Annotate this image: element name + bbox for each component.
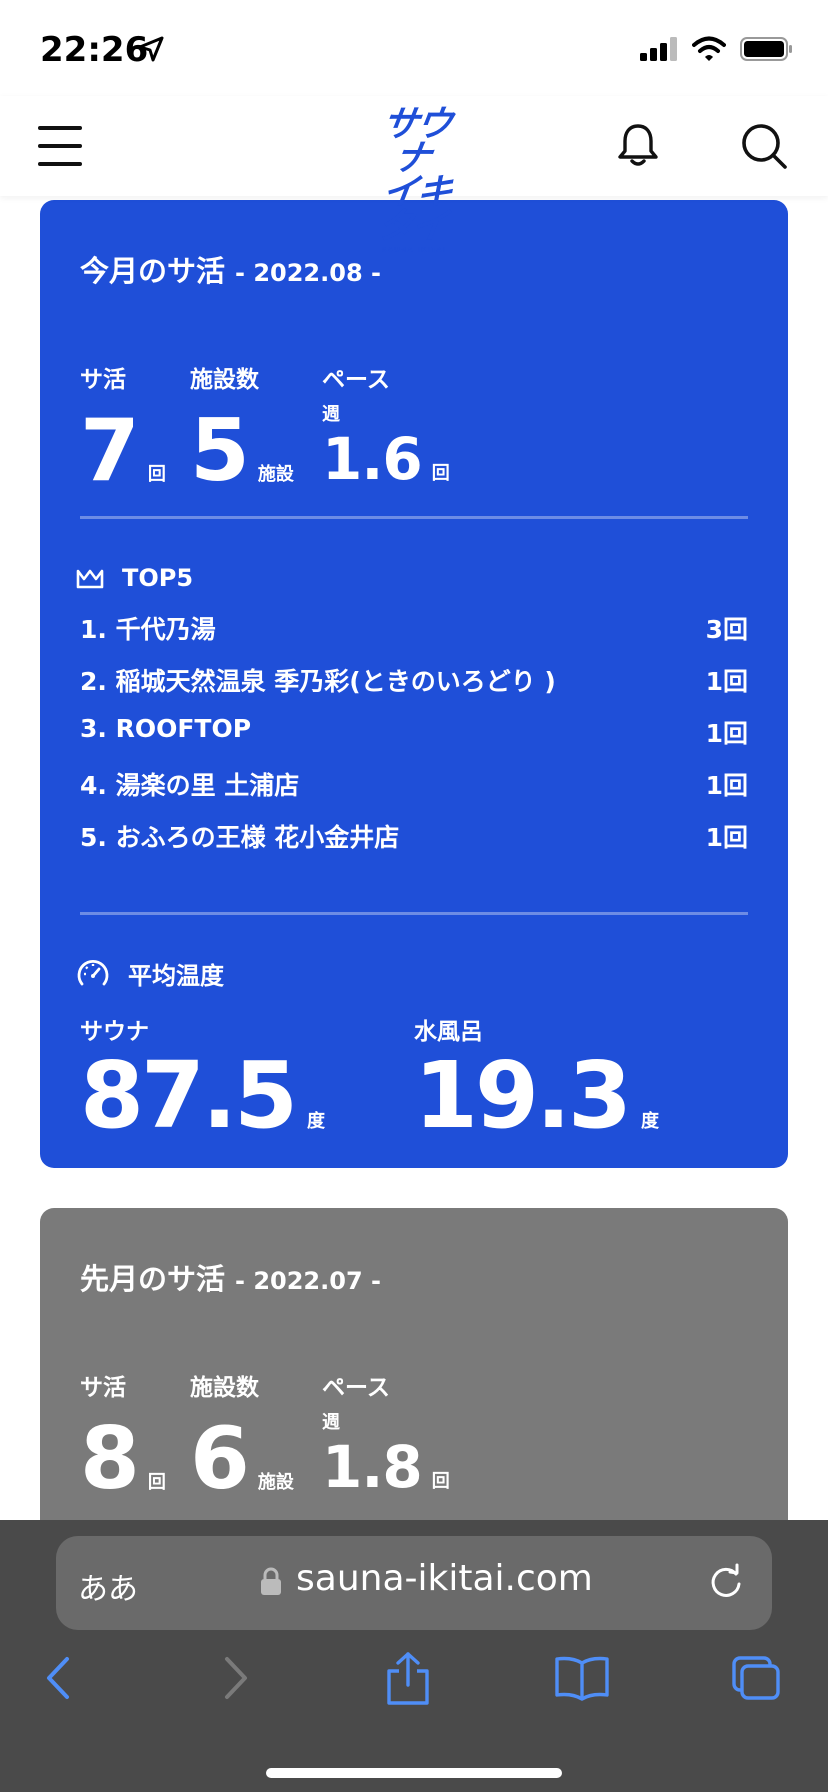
hamburger-menu-icon[interactable] bbox=[38, 126, 82, 166]
page-settings-button[interactable]: ああ bbox=[78, 1564, 138, 1608]
stat-value: 6 bbox=[190, 1409, 250, 1509]
stat-unit: 回 bbox=[147, 1472, 166, 1493]
stat-unit: 回 bbox=[431, 463, 450, 484]
temp-value: 87.5 bbox=[80, 1042, 298, 1149]
rank-name: 3. ROOFTOP bbox=[80, 714, 252, 743]
water-temp: 水風呂 19.3 度 bbox=[414, 1012, 659, 1142]
chevron-left-icon bbox=[47, 1657, 69, 1699]
stat-value: 1.6 bbox=[322, 425, 423, 493]
bottom-nav bbox=[0, 1648, 828, 1728]
temp-unit: 度 bbox=[307, 1111, 325, 1132]
chevron-right-icon bbox=[225, 1657, 247, 1699]
reload-icon[interactable] bbox=[706, 1562, 746, 1602]
top5-list: 1. 千代乃湯 3回 2. 稲城天然温泉 季乃彩(ときのいろどり ) 1回 3.… bbox=[80, 610, 748, 870]
lock-icon bbox=[261, 1567, 281, 1595]
temp-label: 水風呂 bbox=[414, 1019, 483, 1045]
rank-name: 4. 湯楽の里 土浦店 bbox=[80, 771, 300, 800]
url-text: sauna-ikitai.com bbox=[296, 1558, 593, 1599]
stat-label: サ活 bbox=[80, 367, 126, 393]
rank-count: 1回 bbox=[705, 719, 748, 748]
stat-value: 8 bbox=[80, 1409, 140, 1509]
status-time: 22:26 bbox=[40, 30, 149, 70]
stat-sub-label: 週 bbox=[322, 1412, 340, 1433]
tabs-button[interactable] bbox=[726, 1648, 786, 1708]
rank-count: 1回 bbox=[705, 823, 748, 852]
logo-subtext: SAUNA IKITAI bbox=[381, 246, 447, 254]
list-item[interactable]: 4. 湯楽の里 土浦店 1回 bbox=[80, 766, 748, 818]
top5-label: TOP5 bbox=[122, 564, 194, 592]
rank-name: 5. おふろの王様 花小金井店 bbox=[80, 823, 400, 852]
temp-label: サウナ bbox=[80, 1019, 149, 1045]
current-month-card: 今月のサ活 - 2022.08 - サ活 7 回 施設数 5 施設 ペース 週 1… bbox=[40, 200, 788, 1168]
forward-button[interactable] bbox=[206, 1648, 266, 1708]
sauna-temp: サウナ 87.5 度 bbox=[80, 1012, 325, 1142]
stat-label: ペース bbox=[322, 367, 390, 393]
temp-value: 19.3 bbox=[414, 1042, 632, 1149]
address-bar[interactable]: ああ sauna-ikitai.com bbox=[56, 1536, 772, 1630]
card-title-text: 今月のサ活 bbox=[80, 254, 226, 288]
list-item[interactable]: 5. おふろの王様 花小金井店 1回 bbox=[80, 818, 748, 870]
browser-toolbar: ああ sauna-ikitai.com bbox=[0, 1520, 828, 1792]
stat-facilities: 施設数 5 施設 bbox=[190, 360, 294, 494]
list-item[interactable]: 1. 千代乃湯 3回 bbox=[80, 610, 748, 662]
status-indicators bbox=[640, 36, 794, 62]
share-icon bbox=[387, 1652, 429, 1705]
divider bbox=[80, 516, 748, 519]
stat-label: 施設数 bbox=[190, 367, 259, 393]
book-icon bbox=[555, 1656, 609, 1701]
stat-label: 施設数 bbox=[190, 1375, 259, 1401]
back-button[interactable] bbox=[28, 1648, 88, 1708]
home-indicator[interactable] bbox=[266, 1768, 562, 1778]
list-item[interactable]: 3. ROOFTOP 1回 bbox=[80, 714, 748, 766]
rank-count: 1回 bbox=[705, 771, 748, 800]
stat-value: 5 bbox=[190, 401, 250, 501]
bell-icon[interactable] bbox=[616, 122, 660, 168]
divider bbox=[80, 912, 748, 915]
stat-sakatsu: サ活 7 回 bbox=[80, 360, 166, 494]
rank-count: 3回 bbox=[705, 615, 748, 644]
list-item[interactable]: 2. 稲城天然温泉 季乃彩(ときのいろどり ) 1回 bbox=[80, 662, 748, 714]
logo-line-2: イキタイ bbox=[374, 172, 454, 247]
rank-count: 1回 bbox=[705, 667, 748, 696]
card-period: - 2022.08 - bbox=[235, 259, 381, 287]
crown-icon bbox=[76, 569, 104, 589]
location-arrow-icon bbox=[138, 36, 164, 62]
bookmarks-button[interactable] bbox=[552, 1648, 612, 1708]
status-bar: 22:26 bbox=[0, 0, 828, 96]
share-button[interactable] bbox=[378, 1648, 438, 1708]
temp-unit: 度 bbox=[641, 1111, 659, 1132]
stat-sub-label: 週 bbox=[322, 404, 340, 425]
stat-pace: ペース 週 1.8 回 bbox=[322, 1368, 450, 1496]
card-title: 先月のサ活 - 2022.07 - bbox=[80, 1256, 381, 1298]
rank-name: 1. 千代乃湯 bbox=[80, 615, 216, 644]
stat-unit: 回 bbox=[147, 464, 166, 485]
stat-label: サ活 bbox=[80, 1375, 126, 1401]
card-title: 今月のサ活 - 2022.08 - bbox=[80, 248, 381, 290]
search-icon[interactable] bbox=[740, 122, 788, 170]
logo-line-1: サウナ bbox=[379, 104, 454, 179]
stat-label: ペース bbox=[322, 1375, 390, 1401]
card-period: - 2022.07 - bbox=[235, 1267, 381, 1295]
stat-unit: 回 bbox=[431, 1471, 450, 1492]
card-title-text: 先月のサ活 bbox=[80, 1262, 226, 1296]
stat-value: 7 bbox=[80, 401, 140, 501]
stat-facilities: 施設数 6 施設 bbox=[190, 1368, 294, 1502]
stat-unit: 施設 bbox=[257, 464, 294, 485]
rank-name: 2. 稲城天然温泉 季乃彩(ときのいろどり ) bbox=[80, 667, 556, 696]
stat-value: 1.8 bbox=[322, 1433, 423, 1501]
stat-pace: ペース 週 1.6 回 bbox=[322, 360, 450, 488]
avg-temp-heading: 平均温度 bbox=[76, 956, 224, 991]
gauge-icon bbox=[77, 959, 109, 985]
top5-heading: TOP5 bbox=[76, 564, 193, 592]
stat-unit: 施設 bbox=[257, 1472, 294, 1493]
sauna-ikitai-logo[interactable]: サウナ イキタイ SAUNA IKITAI bbox=[364, 104, 464, 254]
signal-icon bbox=[640, 37, 677, 61]
wifi-icon bbox=[692, 36, 726, 61]
avg-temp-label: 平均温度 bbox=[128, 962, 224, 990]
battery-icon bbox=[740, 37, 792, 61]
stat-sakatsu: サ活 8 回 bbox=[80, 1368, 166, 1502]
tabs-icon bbox=[732, 1656, 780, 1700]
app-header: サウナ イキタイ SAUNA IKITAI bbox=[0, 96, 828, 254]
